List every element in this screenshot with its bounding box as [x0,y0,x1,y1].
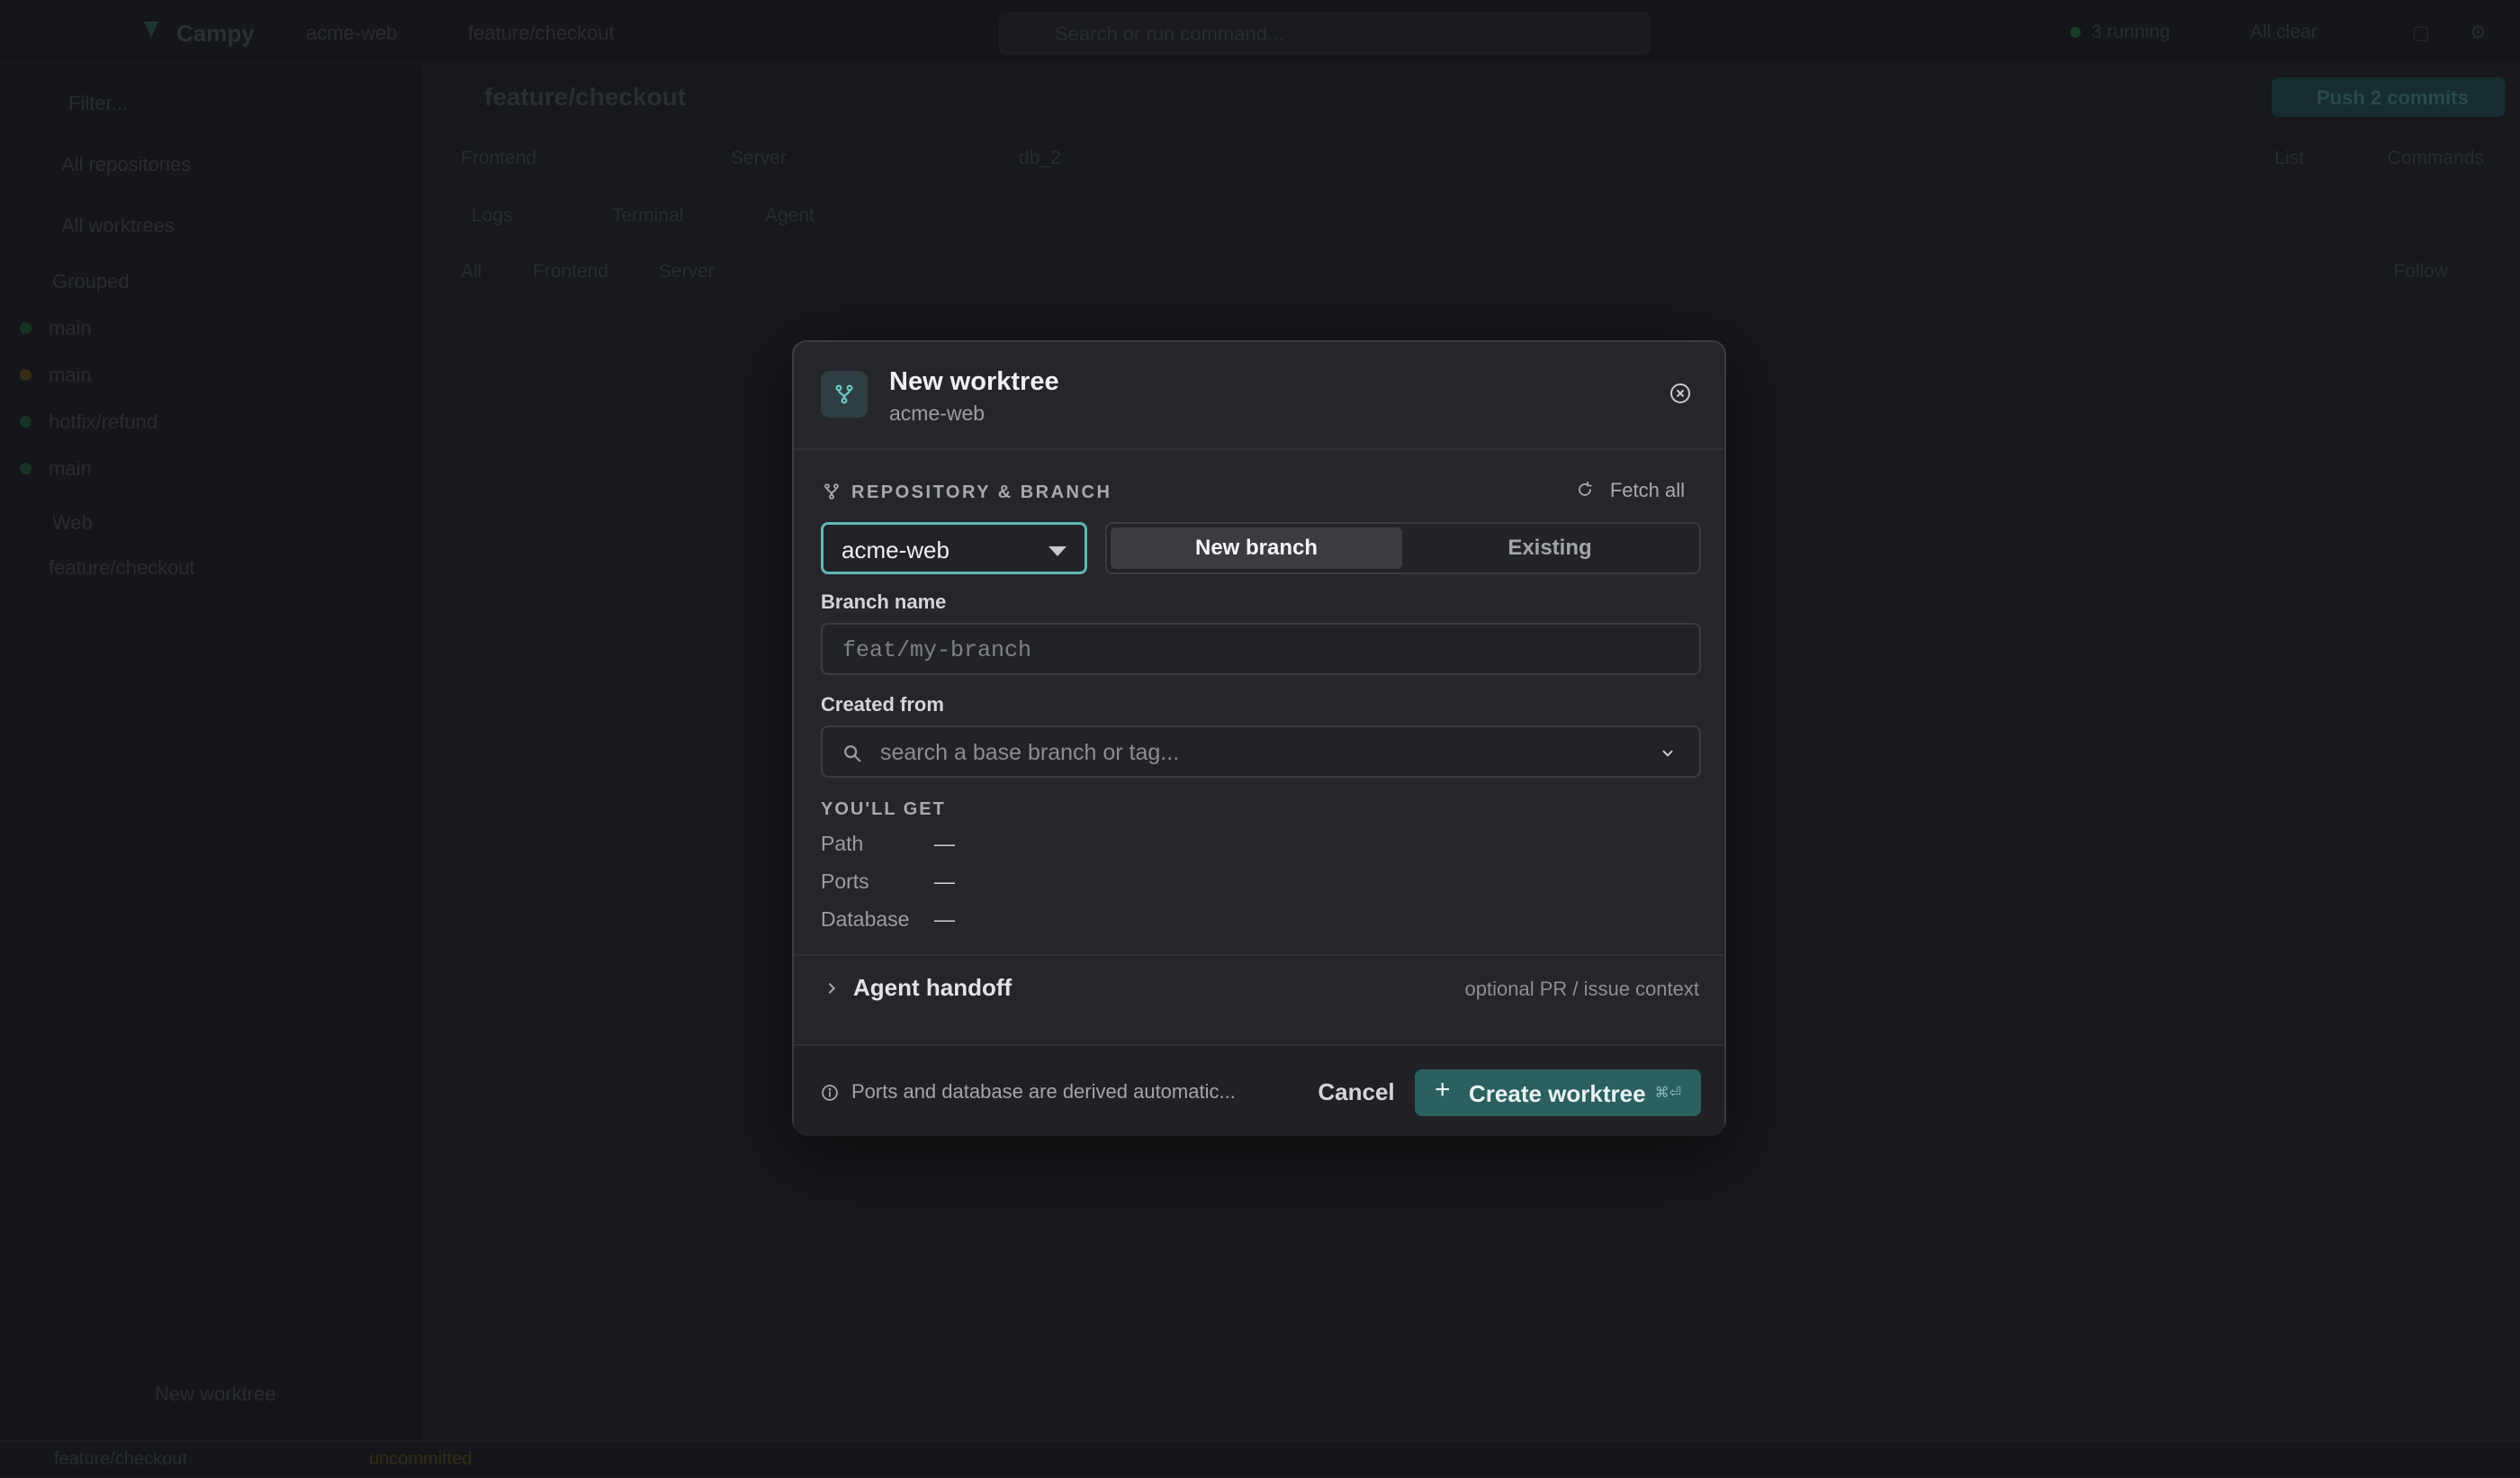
create-worktree-button[interactable]: + Create worktree ⌘⏎ [1415,1069,1701,1116]
path-label: Path [821,832,864,855]
branch-name-input[interactable] [841,634,1654,666]
dialog-header: New worktree acme-web [794,342,1724,450]
dialog-footer: Ports and database are derived automatic… [794,1044,1724,1136]
close-icon[interactable] [1669,382,1692,405]
youll-get-label: YOU'LL GET [821,799,946,819]
info-icon [822,1085,838,1101]
chevron-right-icon [829,983,836,994]
caret-down-icon [1048,546,1066,556]
dialog-title: New worktree [889,367,1059,396]
git-fork-icon [824,483,839,500]
agent-handoff-label: Agent handoff [853,974,1012,1001]
database-label: Database [821,907,910,931]
footer-note: Ports and database are derived automatic… [851,1080,1236,1103]
dialog-subtitle: acme-web [889,401,986,425]
branch-name-label: Branch name [821,590,947,613]
keyboard-shortcut: ⌘⏎ [1654,1086,1681,1101]
branch-mode-toggle: New branch Existing [1105,522,1701,574]
ports-value: — [934,870,955,893]
existing-branch-option[interactable]: Existing [1404,527,1696,569]
branch-name-field[interactable] [821,623,1701,675]
repository-select[interactable]: acme-web [821,522,1087,574]
refresh-icon[interactable] [1577,482,1593,498]
database-value: — [934,907,955,931]
created-from-combobox[interactable]: search a base branch or tag... [821,725,1701,778]
plus-icon: + [1435,1075,1451,1104]
ports-label: Ports [821,870,869,893]
new-branch-option[interactable]: New branch [1111,527,1402,569]
cancel-button[interactable]: Cancel [1298,1069,1415,1114]
chevron-down-icon [1662,750,1673,757]
section-label: REPOSITORY & BRANCH [851,482,1112,502]
search-icon [844,745,861,762]
repository-select-value: acme-web [842,536,950,563]
agent-handoff-hint: optional PR / issue context [1464,978,1699,1000]
created-from-label: Created from [821,693,944,716]
agent-handoff-toggle[interactable]: Agent handoff optional PR / issue contex… [794,954,1724,1021]
fetch-all-button[interactable]: Fetch all [1610,479,1685,502]
create-worktree-label: Create worktree [1469,1080,1646,1107]
branch-icon [821,371,868,418]
new-worktree-dialog: New worktree acme-web REPOSITORY & BRANC… [792,340,1726,1136]
path-value: — [934,832,955,855]
created-from-placeholder: search a base branch or tag... [880,740,1180,765]
